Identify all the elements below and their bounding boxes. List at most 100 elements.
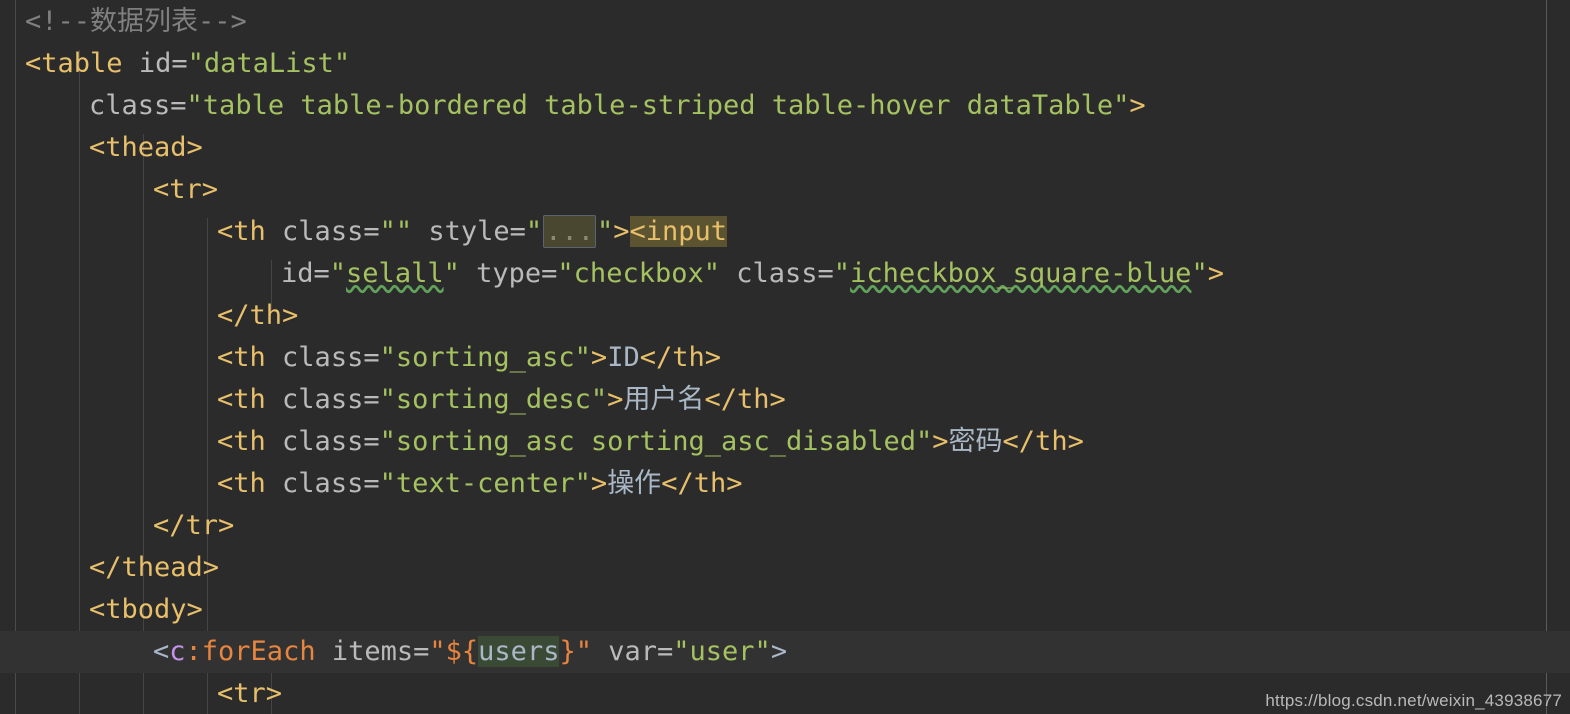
token-eq: = <box>363 216 380 247</box>
token-attr: var <box>608 636 658 667</box>
token-tag: <tbody> <box>89 594 203 625</box>
token-eq: = <box>817 258 834 289</box>
token-tag: <thead> <box>89 132 203 163</box>
token-eq: = <box>509 216 526 247</box>
code-line[interactable]: <th class="" style="... "><input <box>0 211 1570 253</box>
token-eq: = <box>171 48 188 79</box>
token-eq: = <box>363 468 380 499</box>
watermark-url: https://blog.csdn.net/weixin_43938677 <box>1265 691 1562 710</box>
token-jstl-tag: :forEach <box>185 636 316 667</box>
code-line[interactable]: <th class="sorting_asc sorting_asc_disab… <box>0 421 1570 463</box>
token-value: "text-center" <box>379 468 591 499</box>
token-value-squiggle: icheckbox_square-blue <box>850 258 1192 289</box>
token-attr: class <box>89 90 171 121</box>
code-line[interactable]: id="selall" type="checkbox" class="ichec… <box>0 253 1570 295</box>
token-tag: <th <box>217 342 266 373</box>
token-tag: > <box>607 384 624 415</box>
token-value: "user" <box>673 636 771 667</box>
token-value-squiggle: selall <box>346 258 444 289</box>
code-line[interactable]: <tr> <box>0 169 1570 211</box>
token-value: "sorting_asc sorting_asc_disabled" <box>379 426 933 457</box>
token-tag: </th> <box>217 300 299 331</box>
token-eq: = <box>363 384 380 415</box>
token-value: " <box>443 258 460 289</box>
token-tag: > <box>590 468 608 499</box>
token-value: " <box>1191 258 1208 289</box>
token-attr: id <box>138 48 172 79</box>
token-value: " <box>833 258 851 289</box>
token-attr: class <box>282 384 364 415</box>
token-tag: > <box>613 216 630 247</box>
token-value: "table table-bordered table-striped tabl… <box>186 90 1130 121</box>
token-value: "sorting_asc" <box>379 342 591 373</box>
token-el: "${ <box>429 636 479 667</box>
token-el: }" <box>559 636 592 667</box>
token-text: 密码 <box>948 426 1003 457</box>
token-tag: <th <box>217 216 266 247</box>
token-tag-highlight: <input <box>629 216 728 247</box>
token-attr: id <box>281 258 314 289</box>
token-attr: items <box>331 636 414 667</box>
token-attr: class <box>282 216 364 247</box>
token-eq: = <box>313 258 330 289</box>
token-tag: <tr> <box>217 678 283 709</box>
token-text: 操作 <box>607 468 662 499</box>
token-tag: </thead> <box>89 552 220 583</box>
token-tag: </th> <box>661 468 743 499</box>
token-attr: class <box>736 258 818 289</box>
token-attr: class <box>282 426 364 457</box>
token-tag: <table <box>25 48 123 79</box>
code-editor[interactable]: <!--数据列表--> <table id="dataList" class="ta… <box>0 0 1570 714</box>
token-tag: </th> <box>639 342 721 373</box>
token-tag: <tr> <box>153 174 219 205</box>
token-value: "" <box>379 216 413 247</box>
code-line[interactable]: <th class="sorting_asc">ID</th> <box>0 337 1570 379</box>
token-text: 用户名 <box>623 384 705 415</box>
token-tag: > <box>590 342 608 373</box>
code-line[interactable]: <table id="dataList" <box>0 43 1570 85</box>
token-text: ID <box>607 342 640 373</box>
code-line[interactable]: <c:forEach items="${users}" var="user"> <box>0 631 1570 673</box>
code-line[interactable]: </th> <box>0 295 1570 337</box>
token-eq: = <box>363 342 380 373</box>
token-tag: > <box>1129 90 1146 121</box>
token-attr: class <box>282 468 364 499</box>
token-tag: > <box>932 426 949 457</box>
token-value: " <box>329 258 347 289</box>
code-line[interactable]: <thead> <box>0 127 1570 169</box>
token-tag: > <box>1207 258 1224 289</box>
token-eq: = <box>363 426 380 457</box>
token-comment: <!--数据列表--> <box>25 6 247 37</box>
token-value: " <box>525 216 543 247</box>
token-eq: = <box>657 636 674 667</box>
code-line[interactable]: </thead> <box>0 547 1570 589</box>
code-line[interactable]: <th class="sorting_desc">用户名</th> <box>0 379 1570 421</box>
token-jstl-ns: c <box>169 636 186 667</box>
code-line[interactable]: </tr> <box>0 505 1570 547</box>
token-attr: class <box>282 342 364 373</box>
code-line[interactable]: <th class="text-center">操作</th> <box>0 463 1570 505</box>
code-lines: <!--数据列表--> <table id="dataList" class="ta… <box>0 0 1570 714</box>
token-attr: type <box>476 258 542 289</box>
token-eq: = <box>541 258 558 289</box>
code-line[interactable]: <!--数据列表--> <box>0 1 1570 43</box>
code-line[interactable]: class="table table-bordered table-stripe… <box>0 85 1570 127</box>
token-attr: style <box>428 216 510 247</box>
token-eq: = <box>413 636 430 667</box>
token-tag: </tr> <box>153 510 235 541</box>
token-tag: <th <box>217 384 266 415</box>
token-value: "sorting_desc" <box>379 384 608 415</box>
token-angle: > <box>770 636 788 667</box>
token-tag: <th <box>217 468 266 499</box>
token-el-highlight: users <box>478 636 560 667</box>
code-line[interactable]: <tbody> <box>0 589 1570 631</box>
